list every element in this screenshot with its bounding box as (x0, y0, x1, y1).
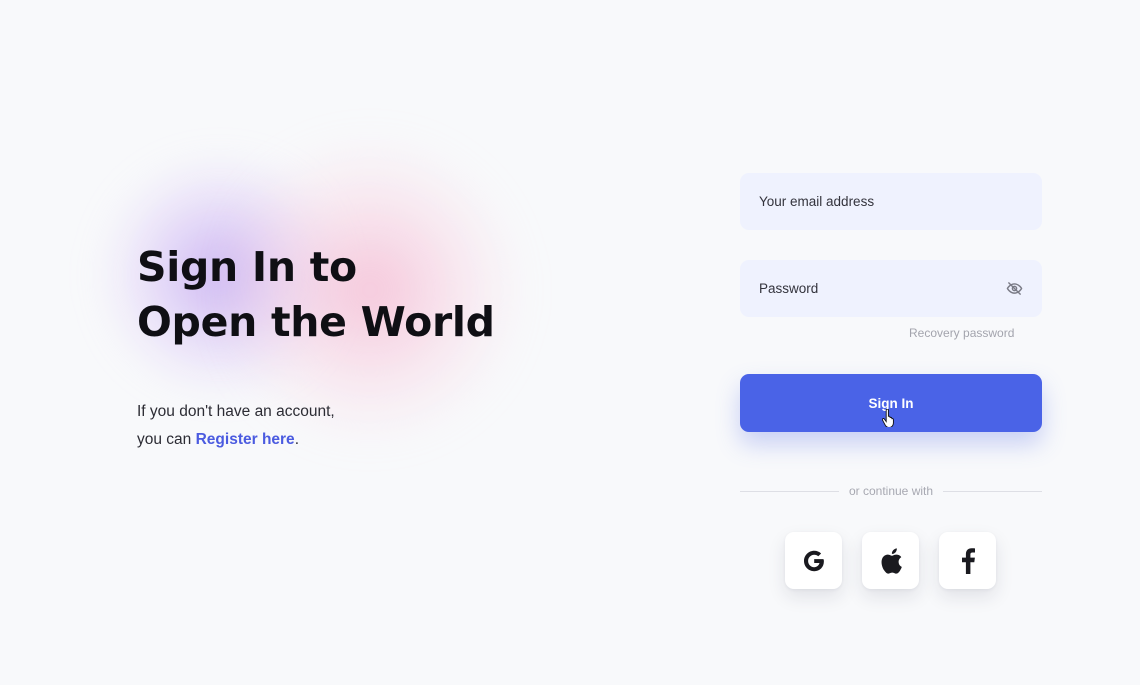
headline-line-1: Sign In to (137, 243, 357, 291)
email-field[interactable] (740, 173, 1042, 230)
eye-off-icon[interactable] (1005, 279, 1024, 298)
sign-in-button[interactable]: Sign In (740, 374, 1042, 432)
page-title: Sign In to Open the World (137, 240, 557, 350)
login-page: Sign In to Open the World If you don't h… (0, 0, 1140, 685)
recovery-password-link[interactable]: Recovery password (909, 326, 1014, 340)
register-prompt: If you don't have an account, you can Re… (137, 398, 335, 454)
google-login-button[interactable] (785, 532, 842, 589)
password-field[interactable] (740, 260, 1042, 317)
facebook-login-button[interactable] (939, 532, 996, 589)
register-prompt-prefix: you can (137, 431, 196, 448)
facebook-icon (961, 547, 975, 574)
continue-divider: or continue with (740, 482, 1043, 500)
headline-line-2: Open the World (137, 298, 495, 346)
email-field-container (740, 173, 1042, 230)
register-prompt-line-2: you can Register here. (137, 426, 335, 454)
register-link[interactable]: Register here (196, 431, 295, 448)
hero-section: Sign In to Open the World (137, 240, 557, 350)
divider-text: or continue with (848, 484, 934, 498)
divider-line-left (740, 490, 839, 492)
apple-icon (881, 547, 902, 574)
google-icon (803, 550, 824, 571)
register-prompt-line-1: If you don't have an account, (137, 403, 335, 420)
password-field-container (740, 260, 1042, 317)
apple-login-button[interactable] (862, 532, 919, 589)
register-prompt-suffix: . (294, 431, 299, 448)
divider-line-right (943, 490, 1043, 492)
